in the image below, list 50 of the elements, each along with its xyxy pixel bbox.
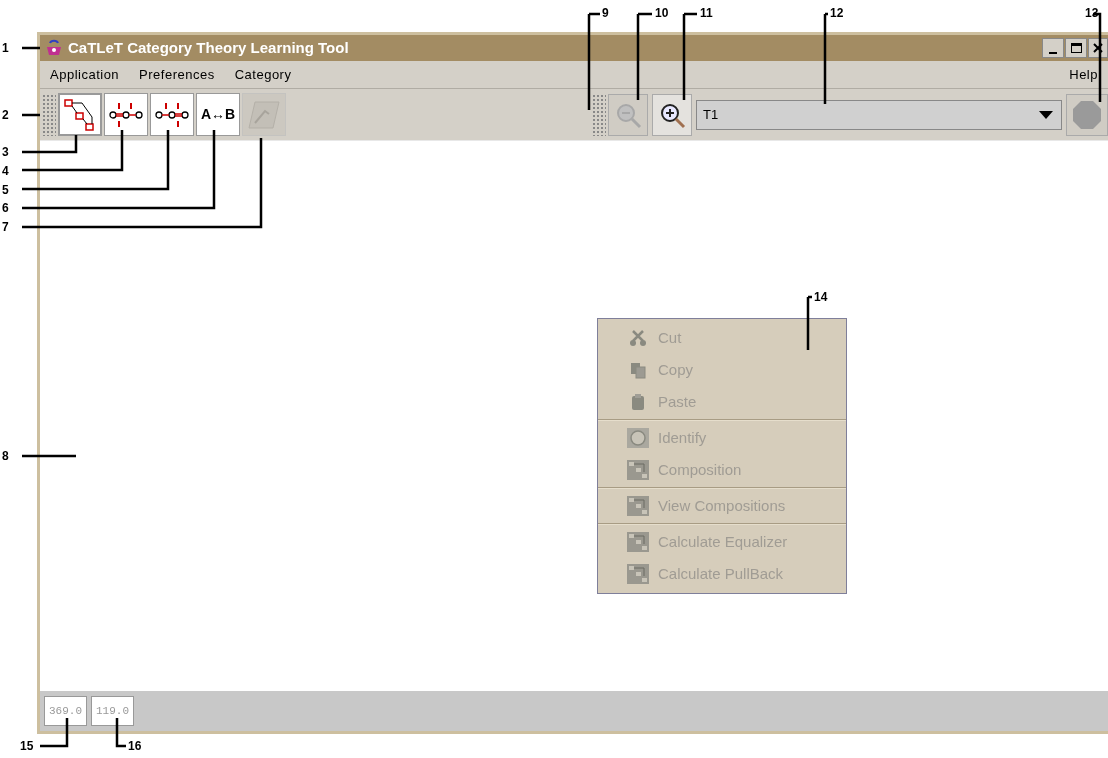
minimize-button[interactable]	[1042, 38, 1064, 58]
leader-line	[22, 46, 40, 50]
toolbar-grip[interactable]	[592, 93, 606, 136]
category-dropdown[interactable]: T1	[696, 99, 1062, 130]
tool-button[interactable]	[150, 93, 194, 136]
leader-line	[40, 718, 69, 748]
callout-number: 6	[2, 200, 9, 216]
clipboard-icon	[629, 393, 647, 411]
caret-icon	[1039, 110, 1053, 119]
coordinate-field: 119.0	[91, 696, 135, 726]
window-title: CaTLeT Category Theory Learning Tool	[68, 37, 349, 58]
copy-icon	[629, 361, 647, 379]
diagram-icon	[627, 532, 649, 552]
zoom-in-button[interactable]	[652, 93, 692, 136]
sketch-icon	[247, 98, 281, 131]
callout-number: 8	[2, 448, 9, 464]
leader-line	[22, 113, 40, 117]
diagram-icon	[627, 496, 649, 516]
close-icon	[1093, 43, 1103, 53]
callout-number: 9	[602, 5, 609, 21]
callout-number: 16	[128, 738, 142, 754]
leader-line	[115, 718, 126, 748]
menu-item[interactable]: Help	[1069, 64, 1098, 85]
coordinate-field: 369.0	[44, 696, 87, 726]
stop-icon	[1071, 98, 1103, 131]
menu-item[interactable]: Category	[234, 64, 292, 85]
callout-number: 1	[2, 40, 9, 56]
callout-number: 12	[830, 5, 844, 21]
callout-number: 15	[20, 738, 34, 754]
callout-number: 7	[2, 219, 9, 235]
callout-number: 11	[700, 5, 713, 21]
callout-number: 14	[814, 289, 828, 305]
callout-number: 2	[2, 107, 9, 123]
callout-number: 4	[2, 163, 9, 179]
diagram-icon	[627, 564, 649, 584]
diagram-icon	[627, 460, 649, 480]
menu-item[interactable]: Preferences	[139, 64, 215, 85]
toolbar-grip[interactable]	[42, 93, 56, 136]
callout-number: 10	[655, 5, 669, 21]
callout-number: 5	[2, 182, 9, 198]
leader-line	[806, 295, 814, 352]
leader-line	[22, 454, 76, 458]
maximize-button[interactable]	[1065, 38, 1087, 58]
close-button[interactable]	[1088, 38, 1108, 58]
tool-button[interactable]: A↔B	[196, 93, 240, 136]
scissors-icon	[629, 329, 647, 347]
menu-item[interactable]: Application	[50, 64, 120, 85]
circle-icon	[627, 428, 649, 448]
callout-number: 3	[2, 144, 9, 160]
tool-button[interactable]	[104, 93, 148, 136]
